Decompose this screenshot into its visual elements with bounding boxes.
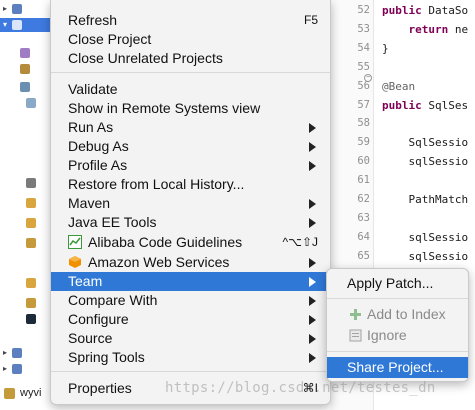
submenu-arrow-icon (309, 334, 316, 344)
submenu-arrow-icon (309, 353, 316, 363)
menu-separator (51, 371, 330, 372)
line-number: 63 (357, 211, 370, 224)
expand-icon[interactable]: ▸ (3, 4, 7, 13)
line-number: 58 (357, 117, 370, 130)
menu-item-source[interactable]: Source (51, 329, 330, 348)
menu-item-spring-tools[interactable]: Spring Tools (51, 348, 330, 367)
line-number: 59 (357, 136, 370, 149)
shortcut-label: ⌘I (302, 381, 318, 395)
project-icon (4, 388, 15, 399)
ignore-icon (349, 329, 362, 342)
submenu-arrow-icon (309, 277, 316, 287)
code-line: return ne (408, 22, 469, 36)
menu-item-amazon-web-services[interactable]: Amazon Web Services (51, 253, 330, 272)
submenu-arrow-icon (309, 296, 316, 306)
alibaba-guidelines-icon (68, 235, 82, 249)
code-line: @Bean (382, 79, 416, 93)
submenu-arrow-icon (309, 258, 316, 268)
line-number: 56 (357, 79, 370, 92)
tree-label: wyvi (20, 387, 42, 399)
folder-icon (20, 64, 30, 74)
menu-item-configure[interactable]: Configure (51, 310, 330, 329)
menu-item-validate[interactable]: Validate (51, 80, 330, 99)
menu-separator (327, 351, 468, 352)
submenu-arrow-icon (309, 199, 316, 209)
submenu-item-apply-patch[interactable]: Apply Patch... (327, 273, 468, 294)
menu-item-close-project[interactable]: Close Project (51, 30, 330, 49)
expand-icon[interactable]: ▸ (3, 364, 7, 373)
code-line: SqlSessio (382, 136, 469, 150)
code-line: sqlSessio (382, 230, 469, 244)
line-number: 60 (357, 155, 370, 168)
menu-item-restore-local-history[interactable]: Restore from Local History... (51, 175, 330, 194)
submenu-arrow-icon (309, 142, 316, 152)
submenu-arrow-icon (309, 161, 316, 171)
project-context-menu: Refresh F5 Close Project Close Unrelated… (50, 0, 331, 405)
folder-icon (20, 48, 30, 58)
code-line: sqlSessio (382, 155, 469, 169)
folder-icon (26, 298, 36, 308)
menu-item-show-remote-systems[interactable]: Show in Remote Systems view (51, 99, 330, 118)
menu-item-run-as[interactable]: Run As (51, 118, 330, 137)
shortcut-label: F5 (303, 13, 318, 27)
package-icon (26, 98, 36, 108)
aws-icon (69, 256, 81, 268)
code-line: sqlSessio (382, 249, 469, 263)
folder-icon (26, 238, 36, 248)
menu-item-refresh[interactable]: Refresh F5 (51, 11, 330, 30)
line-number: 64 (357, 230, 370, 243)
menu-item-maven[interactable]: Maven (51, 194, 330, 213)
team-submenu: Apply Patch... Add to Index Ignore Share… (326, 268, 469, 382)
line-number: 57 (357, 98, 370, 111)
project-icon (12, 4, 22, 14)
submenu-arrow-icon (309, 315, 316, 325)
line-number: 55 (357, 60, 370, 73)
code-line: } (382, 41, 389, 55)
collapse-icon[interactable]: ▾ (3, 20, 7, 29)
expand-icon[interactable]: ▸ (3, 348, 7, 357)
menu-separator (327, 298, 468, 299)
code-line: public DataSo (382, 4, 469, 17)
submenu-item-share-project[interactable]: Share Project... (327, 357, 468, 378)
project-icon (12, 364, 22, 374)
folder-icon (26, 278, 36, 288)
submenu-arrow-icon (309, 218, 316, 228)
library-icon (26, 178, 36, 188)
menu-item-alibaba-code-guidelines[interactable]: Alibaba Code Guidelines ^⌥⇧J (51, 233, 330, 252)
submenu-item-ignore[interactable]: Ignore (327, 325, 468, 346)
menu-item-debug-as[interactable]: Debug As (51, 137, 330, 156)
menu-separator (51, 72, 330, 73)
menu-item-java-ee-tools[interactable]: Java EE Tools (51, 213, 330, 232)
line-number: 62 (357, 193, 370, 205)
menu-item-profile-as[interactable]: Profile As (51, 156, 330, 175)
project-icon (12, 20, 22, 30)
menu-item-team[interactable]: Team (51, 272, 330, 291)
line-number: 52 (357, 4, 370, 16)
code-line: PathMatch (382, 193, 469, 206)
line-number: 53 (357, 22, 370, 35)
package-icon (20, 82, 30, 92)
submenu-arrow-icon (309, 123, 316, 133)
menu-item-close-unrelated-projects[interactable]: Close Unrelated Projects (51, 49, 330, 68)
terminal-icon (26, 314, 36, 324)
line-number: 65 (357, 249, 370, 262)
folder-icon (26, 198, 36, 208)
line-number: 61 (357, 174, 370, 187)
submenu-item-add-to-index[interactable]: Add to Index (327, 304, 468, 325)
add-to-index-icon (350, 309, 361, 320)
shortcut-label: ^⌥⇧J (282, 235, 318, 249)
project-icon (12, 348, 22, 358)
menu-item-compare-with[interactable]: Compare With (51, 291, 330, 310)
line-number: 54 (357, 41, 370, 54)
menu-item-properties[interactable]: Properties ⌘I (51, 379, 330, 398)
code-line: public SqlSes (382, 98, 469, 112)
folder-icon (26, 218, 36, 228)
